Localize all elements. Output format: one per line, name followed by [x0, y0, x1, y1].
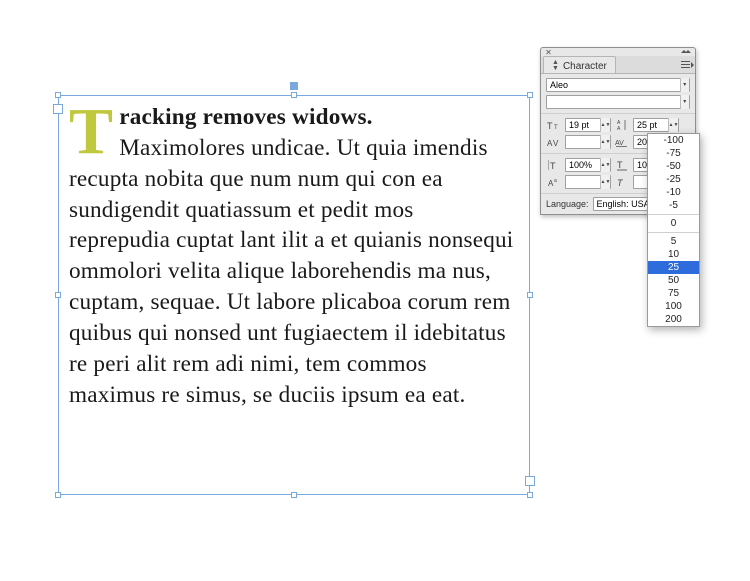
skew-icon: T: [614, 176, 630, 188]
panel-menu-button[interactable]: [679, 56, 695, 73]
in-port[interactable]: [53, 104, 63, 114]
panel-tab-row: ▲▼ Character: [541, 56, 695, 74]
baseline-shift-input[interactable]: [566, 177, 600, 187]
tracking-option[interactable]: 0: [648, 217, 699, 230]
baseline-shift-field[interactable]: ▲▼: [565, 175, 611, 189]
tracking-option[interactable]: -5: [648, 199, 699, 212]
drop-cap: T: [69, 102, 119, 160]
stepper-icon[interactable]: ▲▼: [600, 135, 610, 149]
body-text[interactable]: T racking removes widows. Maximolores un…: [69, 102, 519, 411]
font-size-field[interactable]: ▲▼: [565, 118, 611, 132]
vscale-field[interactable]: ▲▼: [565, 158, 611, 172]
resize-handle[interactable]: [291, 492, 297, 498]
body-paragraph: imendis recupta nobita que num num qui c…: [69, 135, 513, 408]
tab-character[interactable]: ▲▼ Character: [543, 56, 616, 73]
hscale-icon: T: [614, 159, 630, 171]
kerning-input[interactable]: [566, 137, 600, 147]
font-style-field[interactable]: ▾: [546, 95, 690, 109]
vscale-icon: T: [546, 159, 562, 171]
tab-label: Character: [563, 61, 607, 72]
tracking-option[interactable]: -75: [648, 147, 699, 160]
tracking-option[interactable]: -10: [648, 186, 699, 199]
panel-titlebar[interactable]: ✕: [541, 48, 695, 56]
tracking-option[interactable]: 25: [648, 261, 699, 274]
vscale-input[interactable]: [566, 160, 600, 170]
svg-text:a: a: [554, 178, 557, 184]
resize-handle[interactable]: [527, 492, 533, 498]
svg-text:T: T: [617, 178, 624, 188]
tracking-option[interactable]: -25: [648, 173, 699, 186]
kerning-icon: AV: [546, 136, 562, 148]
stepper-icon[interactable]: ▲▼: [600, 118, 610, 132]
menu-lines-icon: [681, 61, 690, 68]
svg-text:T: T: [617, 160, 623, 170]
body-line: Maximolores undicae. Ut quia: [119, 135, 407, 161]
kerning-field[interactable]: ▲▼: [565, 135, 611, 149]
svg-text:AV: AV: [615, 140, 624, 147]
font-family-field[interactable]: ▾: [546, 78, 690, 92]
stepper-icon[interactable]: ▲▼: [668, 118, 678, 132]
tracking-option[interactable]: 50: [648, 274, 699, 287]
leading-field[interactable]: ▲▼: [633, 118, 679, 132]
tracking-dropdown[interactable]: -100-75-50-25-10-50510255075100200: [647, 133, 700, 327]
language-label: Language:: [546, 199, 589, 209]
resize-handle[interactable]: [291, 92, 297, 98]
menu-triangle-icon: [691, 62, 694, 68]
resize-handle[interactable]: [55, 292, 61, 298]
font-family-input[interactable]: [547, 80, 680, 90]
collapse-icon[interactable]: [681, 50, 691, 55]
separator: [648, 214, 699, 215]
svg-text:A: A: [617, 126, 621, 131]
out-port[interactable]: [525, 476, 535, 486]
font-style-input[interactable]: [547, 97, 680, 107]
tracking-option[interactable]: 100: [648, 300, 699, 313]
lead-sentence: racking removes widows.: [119, 104, 372, 130]
tracking-option[interactable]: -100: [648, 134, 699, 147]
stepper-icon[interactable]: ▲▼: [600, 158, 610, 172]
cycle-icon: ▲▼: [552, 60, 559, 72]
leading-icon: AA: [614, 119, 630, 131]
tracking-option[interactable]: 200: [648, 313, 699, 326]
leading-input[interactable]: [634, 120, 668, 130]
font-section: ▾ ▾: [541, 74, 695, 114]
tracking-icon: AV: [614, 136, 630, 148]
separator: [648, 232, 699, 233]
svg-text:T: T: [554, 125, 558, 130]
font-size-input[interactable]: [566, 120, 600, 130]
close-icon[interactable]: ✕: [545, 49, 552, 56]
resize-handle[interactable]: [55, 492, 61, 498]
dropdown-icon[interactable]: ▾: [680, 95, 689, 109]
text-frame[interactable]: T racking removes widows. Maximolores un…: [58, 95, 530, 495]
svg-text:T: T: [550, 161, 556, 171]
tracking-option[interactable]: 10: [648, 248, 699, 261]
tracking-option[interactable]: 75: [648, 287, 699, 300]
svg-text:V: V: [553, 139, 559, 147]
stepper-icon[interactable]: ▲▼: [600, 175, 610, 189]
tracking-option[interactable]: 5: [648, 235, 699, 248]
svg-text:T: T: [547, 121, 553, 130]
resize-handle[interactable]: [527, 92, 533, 98]
resize-handle[interactable]: [527, 292, 533, 298]
frame-anchor-top[interactable]: [290, 82, 298, 90]
resize-handle[interactable]: [55, 92, 61, 98]
tracking-option[interactable]: -50: [648, 160, 699, 173]
baseline-shift-icon: Aa: [546, 176, 562, 188]
font-size-icon: TT: [546, 119, 562, 131]
dropdown-icon[interactable]: ▾: [680, 78, 689, 92]
